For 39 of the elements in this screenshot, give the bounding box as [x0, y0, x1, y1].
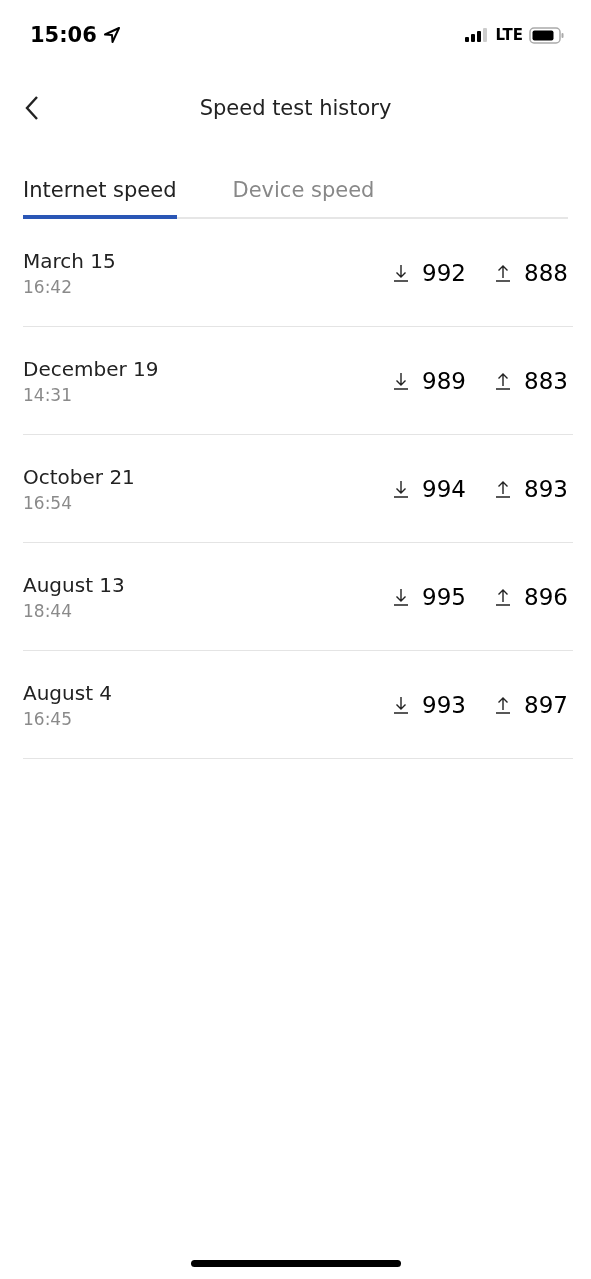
download-icon — [394, 695, 408, 714]
upload-speed: 897 — [524, 691, 568, 718]
upload-speed: 888 — [524, 259, 568, 286]
upload-icon — [496, 587, 510, 606]
test-time: 18:44 — [23, 600, 73, 621]
signal-icon — [465, 28, 490, 42]
download-icon — [394, 479, 408, 498]
download-icon — [394, 263, 408, 282]
download-speed: 995 — [422, 583, 466, 610]
download-icon — [394, 371, 408, 390]
download-speed: 992 — [422, 259, 466, 286]
tab[interactable]: Internet speed — [23, 166, 177, 219]
test-date: March 15 — [23, 248, 116, 273]
download-speed: 993 — [422, 691, 466, 718]
test-time: 16:45 — [23, 708, 73, 729]
test-date: October 21 — [23, 464, 135, 489]
back-icon[interactable] — [24, 95, 40, 121]
download-icon — [394, 587, 408, 606]
location-icon — [102, 26, 121, 44]
test-date: August 4 — [23, 680, 113, 705]
network-label: LTE — [495, 26, 523, 44]
tab[interactable]: Device speed — [232, 166, 375, 219]
test-time: 16:54 — [23, 492, 73, 513]
upload-speed: 883 — [524, 367, 568, 394]
battery-icon — [529, 26, 565, 44]
test-date: August 13 — [23, 572, 125, 597]
page-title: Speed test history — [199, 96, 392, 120]
upload-icon — [496, 479, 510, 498]
upload-icon — [496, 371, 510, 390]
upload-speed: 896 — [524, 583, 568, 610]
test-date: December 19 — [23, 356, 159, 381]
test-time: 14:31 — [23, 384, 73, 405]
test-time: 16:42 — [23, 276, 73, 297]
upload-speed: 893 — [524, 475, 568, 502]
download-speed: 989 — [422, 367, 466, 394]
upload-icon — [496, 263, 510, 282]
download-speed: 994 — [422, 475, 466, 502]
clock: 15:06 — [30, 23, 97, 47]
upload-icon — [496, 695, 510, 714]
